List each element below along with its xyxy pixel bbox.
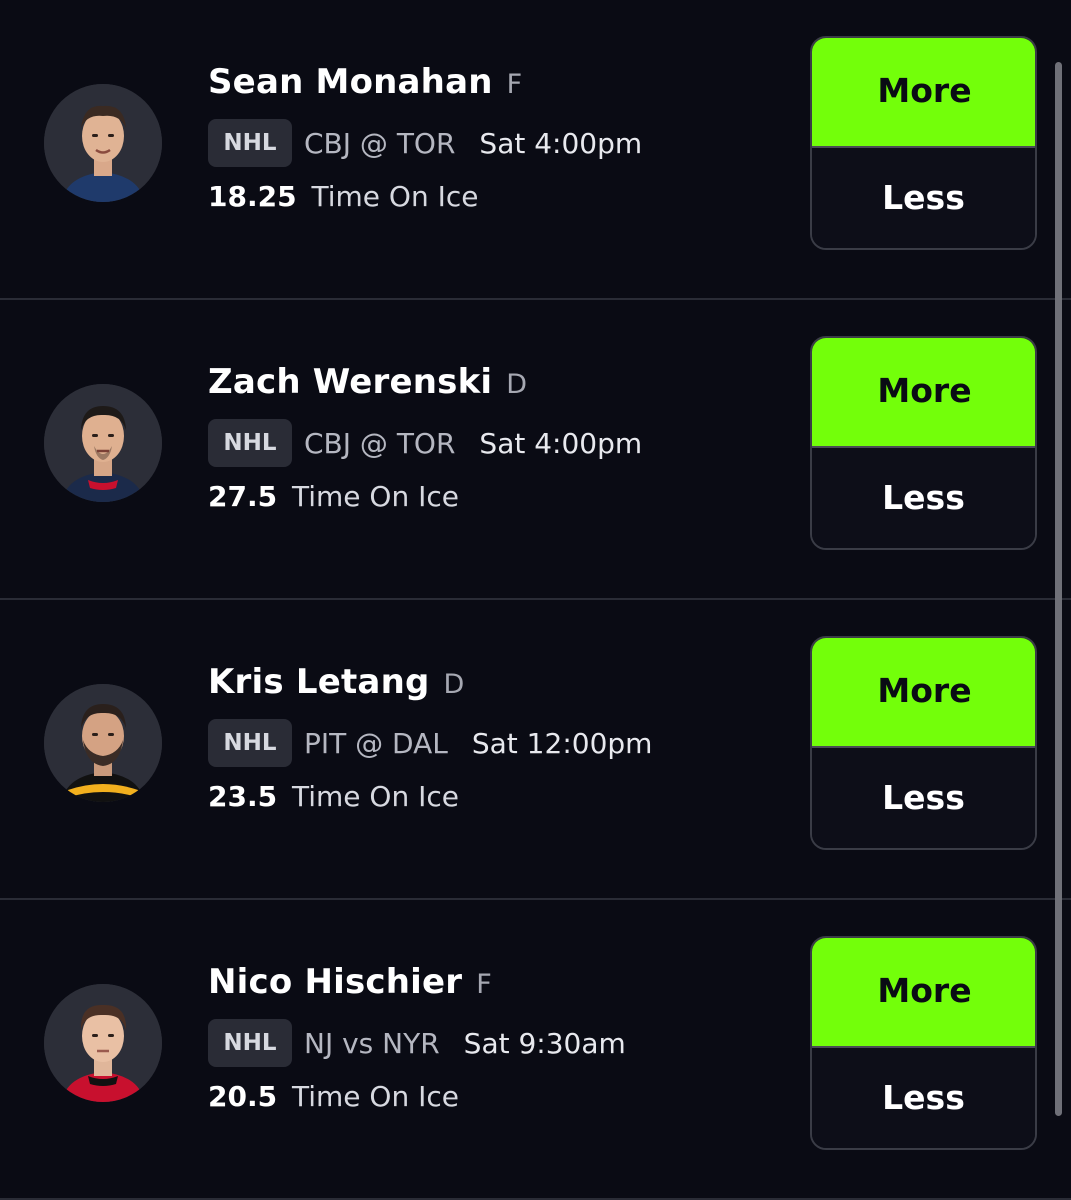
- projection-stat: Time On Ice: [311, 180, 479, 213]
- matchup: CBJ @ TOR: [304, 426, 456, 460]
- game-info: NHL CBJ @ TOR Sat 4:00pm: [208, 118, 642, 168]
- player-card: Zach Werenski D NHL CBJ @ TOR Sat 4:00pm…: [0, 300, 1071, 600]
- scrollbar[interactable]: [1055, 62, 1062, 1116]
- projection-stat: Time On Ice: [292, 1080, 459, 1113]
- player-name: Zach Werenski: [208, 362, 493, 402]
- player-position: D: [443, 669, 465, 700]
- player-avatar: [44, 84, 162, 202]
- projection-line: 27.5 Time On Ice: [208, 480, 459, 513]
- less-button[interactable]: Less: [812, 446, 1035, 548]
- matchup: CBJ @ TOR: [304, 126, 456, 160]
- player-position: F: [476, 969, 492, 1000]
- more-button[interactable]: More: [812, 338, 1035, 446]
- less-button[interactable]: Less: [812, 146, 1035, 248]
- player-name: Nico Hischier: [208, 962, 463, 1002]
- player-headshot-icon: [44, 684, 162, 802]
- projection-value: 27.5: [208, 480, 278, 513]
- player-avatar: [44, 984, 162, 1102]
- player-position: F: [506, 69, 523, 100]
- more-less-selector: More Less: [810, 36, 1037, 250]
- player-pick-list: Sean Monahan F NHL CBJ @ TOR Sat 4:00pm …: [0, 0, 1071, 1200]
- less-button[interactable]: Less: [812, 746, 1035, 848]
- league-badge: NHL: [208, 119, 292, 167]
- matchup: PIT @ DAL: [304, 726, 448, 760]
- more-button[interactable]: More: [812, 938, 1035, 1046]
- more-less-selector: More Less: [810, 936, 1037, 1150]
- player-name: Kris Letang: [208, 662, 430, 702]
- league-badge: NHL: [208, 1019, 292, 1067]
- league-badge: NHL: [208, 419, 292, 467]
- game-time: Sat 12:00pm: [471, 726, 653, 760]
- game-info: NHL PIT @ DAL Sat 12:00pm: [208, 718, 652, 768]
- player-name-line: Kris Letang D: [208, 662, 464, 706]
- game-time: Sat 9:30am: [463, 1026, 626, 1060]
- projection-value: 23.5: [208, 780, 278, 813]
- matchup: NJ vs NYR: [304, 1026, 440, 1060]
- league-badge: NHL: [208, 719, 292, 767]
- projection-stat: Time On Ice: [292, 480, 459, 513]
- game-info: NHL NJ vs NYR Sat 9:30am: [208, 1018, 626, 1068]
- player-name: Sean Monahan: [208, 62, 493, 102]
- game-time: Sat 4:00pm: [479, 126, 643, 160]
- projection-line: 23.5 Time On Ice: [208, 780, 459, 813]
- projection-stat: Time On Ice: [292, 780, 459, 813]
- player-avatar: [44, 384, 162, 502]
- player-card: Nico Hischier F NHL NJ vs NYR Sat 9:30am…: [0, 900, 1071, 1200]
- player-position: D: [506, 369, 528, 400]
- game-info: NHL CBJ @ TOR Sat 4:00pm: [208, 418, 642, 468]
- more-less-selector: More Less: [810, 636, 1037, 850]
- player-headshot-icon: [44, 384, 162, 502]
- player-name-line: Sean Monahan F: [208, 62, 522, 106]
- more-button[interactable]: More: [812, 638, 1035, 746]
- player-card: Kris Letang D NHL PIT @ DAL Sat 12:00pm …: [0, 600, 1071, 900]
- game-time: Sat 4:00pm: [479, 426, 643, 460]
- player-name-line: Nico Hischier F: [208, 962, 492, 1006]
- projection-value: 18.25: [208, 180, 297, 213]
- projection-line: 18.25 Time On Ice: [208, 180, 478, 213]
- more-less-selector: More Less: [810, 336, 1037, 550]
- player-headshot-icon: [44, 84, 162, 202]
- less-button[interactable]: Less: [812, 1046, 1035, 1148]
- projection-value: 20.5: [208, 1080, 278, 1113]
- more-button[interactable]: More: [812, 38, 1035, 146]
- player-name-line: Zach Werenski D: [208, 362, 527, 406]
- player-headshot-icon: [44, 984, 162, 1102]
- projection-line: 20.5 Time On Ice: [208, 1080, 459, 1113]
- player-avatar: [44, 684, 162, 802]
- player-card: Sean Monahan F NHL CBJ @ TOR Sat 4:00pm …: [0, 0, 1071, 300]
